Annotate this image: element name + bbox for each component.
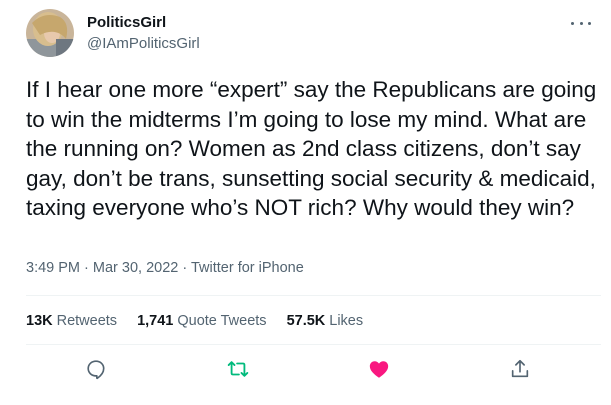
more-dots-icon[interactable]: [568, 16, 594, 30]
quote-tweets-label: Quote Tweets: [177, 313, 267, 329]
quote-tweets-count: 1,741: [137, 313, 174, 329]
tweet-stats: 13K Retweets 1,741 Quote Tweets 57.5K Likes: [26, 313, 363, 329]
quote-tweets-stat[interactable]: 1,741 Quote Tweets: [137, 313, 267, 329]
reply-icon: [87, 360, 105, 380]
retweet-icon: [227, 361, 249, 377]
likes-stat[interactable]: 57.5K Likes: [287, 313, 364, 329]
reply-button[interactable]: [84, 357, 108, 381]
avatar[interactable]: [26, 9, 74, 57]
tweet-text: If I hear one more “expert” say the Repu…: [26, 77, 597, 220]
tweet-meta: 3:49 PM · Mar 30, 2022 · Twitter for iPh…: [26, 260, 304, 276]
likes-label: Likes: [329, 313, 364, 329]
tweet-card: PoliticsGirl @IAmPoliticsGirl If I hear …: [0, 0, 611, 405]
tweet-date[interactable]: Mar 30, 2022: [93, 260, 178, 276]
tweet-time[interactable]: 3:49 PM: [26, 260, 80, 276]
tweet-source[interactable]: Twitter for iPhone: [191, 260, 304, 276]
divider: [26, 295, 601, 296]
retweets-stat[interactable]: 13K Retweets: [26, 313, 117, 329]
share-button[interactable]: [508, 357, 532, 381]
heart-icon: [369, 361, 389, 378]
meta-separator: ·: [178, 260, 191, 276]
like-button[interactable]: [367, 357, 391, 381]
action-bar: [0, 355, 611, 385]
retweet-button[interactable]: [226, 357, 250, 381]
divider: [26, 344, 601, 345]
share-icon: [511, 359, 529, 378]
retweets-label: Retweets: [56, 313, 118, 329]
retweets-count: 13K: [26, 313, 53, 329]
meta-separator: ·: [80, 260, 93, 276]
likes-count: 57.5K: [286, 313, 326, 329]
author-handle[interactable]: @IAmPoliticsGirl: [87, 35, 200, 52]
author-display-name[interactable]: PoliticsGirl: [87, 14, 166, 31]
